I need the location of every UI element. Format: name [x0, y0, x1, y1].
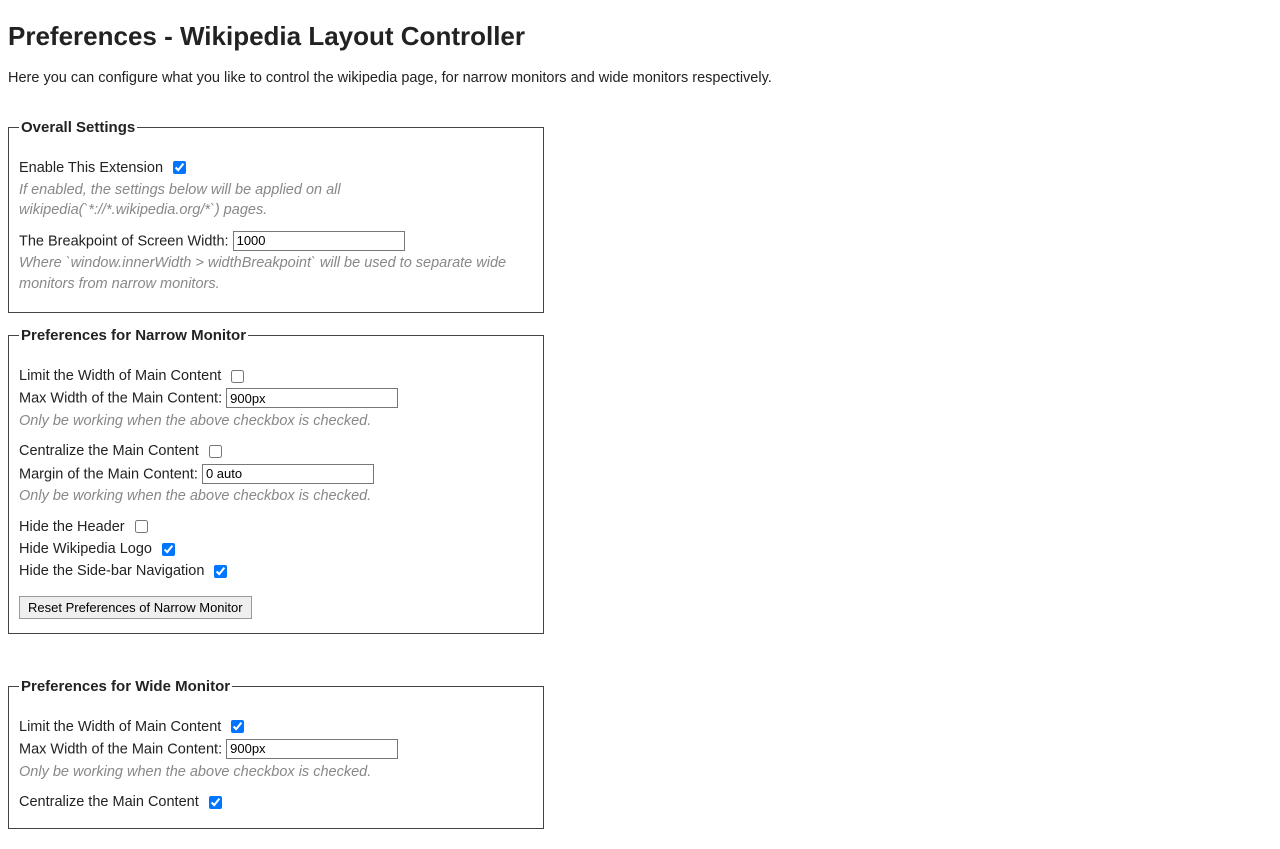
enable-extension-label: Enable This Extension	[19, 160, 163, 176]
section-spacer	[8, 646, 1272, 676]
page-intro: Here you can configure what you like to …	[8, 68, 1272, 88]
wide-limit-checkbox[interactable]	[231, 720, 244, 733]
narrow-central-label: Centralize the Main Content	[19, 443, 199, 459]
wide-central-label: Centralize the Main Content	[19, 794, 199, 810]
narrow-hide-sidebar-checkbox[interactable]	[214, 565, 227, 578]
narrow-central-checkbox[interactable]	[209, 445, 222, 458]
narrow-maxw-hint: Only be working when the above checkbox …	[19, 411, 533, 431]
wide-central-checkbox[interactable]	[209, 796, 222, 809]
narrow-hide-logo-checkbox[interactable]	[162, 543, 175, 556]
breakpoint-hint: Where `window.innerWidth > widthBreakpoi…	[19, 253, 533, 294]
breakpoint-label: The Breakpoint of Screen Width:	[19, 233, 229, 249]
narrow-margin-input[interactable]	[202, 464, 374, 484]
wide-preferences-fieldset: Preferences for Wide Monitor Limit the W…	[8, 676, 544, 830]
overall-settings-fieldset: Overall Settings Enable This Extension I…	[8, 117, 544, 313]
enable-extension-checkbox[interactable]	[173, 161, 186, 174]
enable-extension-hint: If enabled, the settings below will be a…	[19, 180, 533, 221]
narrow-hide-logo-label: Hide Wikipedia Logo	[19, 541, 152, 557]
narrow-hide-header-label: Hide the Header	[19, 519, 125, 535]
narrow-margin-hint: Only be working when the above checkbox …	[19, 486, 533, 506]
wide-legend: Preferences for Wide Monitor	[19, 676, 232, 697]
narrow-maxw-input[interactable]	[226, 388, 398, 408]
narrow-preferences-fieldset: Preferences for Narrow Monitor Limit the…	[8, 325, 544, 634]
page-title: Preferences - Wikipedia Layout Controlle…	[8, 18, 1272, 54]
narrow-maxw-label: Max Width of the Main Content:	[19, 391, 222, 407]
wide-maxw-label: Max Width of the Main Content:	[19, 741, 222, 757]
narrow-hide-sidebar-label: Hide the Side-bar Navigation	[19, 563, 204, 579]
narrow-margin-label: Margin of the Main Content:	[19, 466, 198, 482]
narrow-limit-checkbox[interactable]	[231, 370, 244, 383]
overall-legend: Overall Settings	[19, 117, 137, 138]
narrow-reset-button[interactable]: Reset Preferences of Narrow Monitor	[19, 596, 252, 619]
wide-maxw-hint: Only be working when the above checkbox …	[19, 762, 533, 782]
narrow-limit-label: Limit the Width of Main Content	[19, 368, 221, 384]
breakpoint-input[interactable]	[233, 231, 405, 251]
narrow-hide-header-checkbox[interactable]	[135, 520, 148, 533]
wide-maxw-input[interactable]	[226, 739, 398, 759]
wide-limit-label: Limit the Width of Main Content	[19, 719, 221, 735]
narrow-legend: Preferences for Narrow Monitor	[19, 325, 248, 346]
